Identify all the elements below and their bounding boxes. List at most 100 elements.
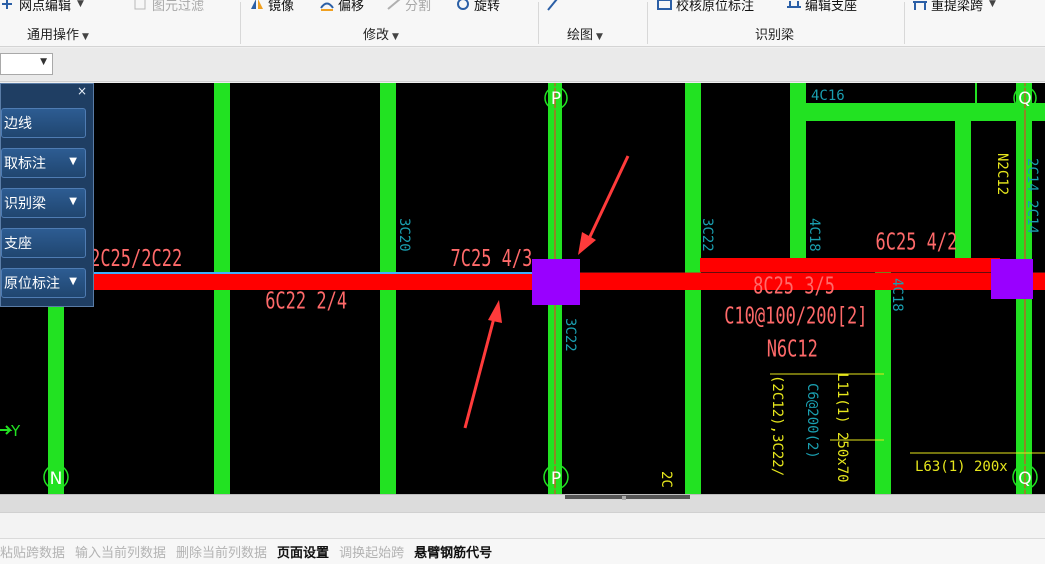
beam-annotation[interactable]: 3C22: [699, 218, 715, 252]
pen-icon: [545, 0, 561, 11]
bottom-toolbar: 粘贴跨数据 输入当前列数据 删除当前列数据 页面设置 调换起始跨 悬臂钢筋代号: [0, 538, 1045, 564]
beam-annotation[interactable]: L11(1) 250x70: [834, 373, 850, 483]
scrollbar-thumb[interactable]: [565, 495, 690, 499]
scrollbar-grip: [622, 496, 626, 500]
beam-annotation[interactable]: C6@200(2): [804, 383, 820, 459]
group-modify[interactable]: 修改 ▼: [363, 24, 399, 43]
check-annotation-icon: [657, 0, 673, 11]
beam-annotation[interactable]: 7C25 4/3: [451, 244, 533, 271]
beam-annotation[interactable]: 4C18: [889, 278, 905, 312]
beam-annotation[interactable]: L63(1) 200x: [915, 459, 1008, 475]
group-separator: [904, 2, 905, 44]
panel-button-label: 支座: [4, 236, 32, 252]
offset-button[interactable]: 偏移: [319, 0, 364, 14]
delete-column-data-button[interactable]: 删除当前列数据: [176, 542, 267, 561]
layer-dropdown[interactable]: ▼: [0, 53, 53, 75]
group-draw[interactable]: 绘图 ▼: [567, 24, 603, 43]
beam-annotation[interactable]: 2C14 2C14: [1024, 158, 1040, 234]
mirror-label: 镜像: [268, 0, 295, 14]
panel-button-label: 原位标注: [4, 276, 60, 292]
axis-marker: N: [43, 464, 69, 490]
chevron-down-icon: ▼: [82, 32, 89, 42]
beam-annotation[interactable]: 2C25/2C22: [90, 244, 182, 271]
grid-edit-icon: [0, 0, 16, 11]
beam-annotation[interactable]: 4C18: [806, 218, 822, 252]
filter-icon: [133, 0, 149, 11]
beam-annotation[interactable]: 3C20: [396, 218, 412, 252]
chevron-down-icon: ▼: [77, 0, 84, 9]
split-icon: [386, 0, 402, 11]
axis-label-p-bottom: P: [551, 469, 561, 489]
draw-line-button[interactable]: [545, 0, 561, 14]
callout-arrow: [578, 155, 630, 255]
horizontal-scrollbar[interactable]: [0, 494, 1045, 512]
chevron-down-icon: ▼: [69, 156, 77, 167]
check-annotation-label: 校核原位标注: [676, 0, 755, 14]
beam-horizontal[interactable]: [790, 103, 1045, 121]
layer-toolbar: ▼: [0, 48, 1045, 82]
axis-label-q: Q: [1018, 89, 1031, 109]
axis-marker: P: [543, 464, 569, 490]
group-separator: [647, 2, 648, 44]
beam-annotation[interactable]: (2C12),3C22/: [769, 375, 785, 476]
cantilever-rebar-code-button[interactable]: 悬臂钢筋代号: [414, 542, 492, 561]
selected-beam[interactable]: [700, 258, 1000, 272]
column-highlight[interactable]: [991, 259, 1033, 299]
filter-label: 图元过滤: [152, 0, 205, 14]
filter-button[interactable]: 图元过滤: [133, 0, 204, 14]
beam-annotation[interactable]: C10@100/200[2]: [724, 302, 867, 329]
re-extract-span-button[interactable]: 重提梁跨 ▼: [912, 0, 996, 14]
beam-annotation[interactable]: N2C12: [994, 153, 1010, 195]
group-general-ops[interactable]: 通用操作 ▼: [27, 24, 89, 43]
panel-button-label: 识别梁: [4, 196, 46, 212]
arrow-right-icon: [0, 425, 13, 435]
check-annotation-button[interactable]: 校核原位标注: [657, 0, 754, 14]
beam-annotation[interactable]: N6C12: [767, 335, 818, 362]
beam-annotation[interactable]: 2C: [658, 471, 674, 488]
edit-support-label: 编辑支座: [805, 0, 858, 14]
callout-arrow: [463, 300, 502, 429]
panel-button-label: 边线: [4, 116, 32, 132]
beam-annotation[interactable]: 8C25 3/5: [753, 272, 835, 299]
page-setup-button[interactable]: 页面设置: [277, 542, 329, 561]
panel-button-in-place-annotation[interactable]: 原位标注 ▼: [1, 268, 86, 298]
edit-support-button[interactable]: 编辑支座: [786, 0, 857, 14]
beam-vertical[interactable]: [875, 268, 891, 494]
cad-drawing-canvas[interactable]: P Q N P Q Y 2C25/2C22 7C25 4/3 6C22 2/4 …: [0, 83, 1045, 494]
re-extract-span-label: 重提梁跨: [931, 0, 984, 14]
mirror-button[interactable]: 镜像: [249, 0, 294, 14]
chevron-down-icon: ▼: [392, 32, 399, 42]
group-separator: [240, 2, 241, 44]
panel-button-recognize-beam[interactable]: 识别梁 ▼: [1, 188, 86, 218]
group-recognize-beam: 识别梁: [755, 24, 794, 43]
paste-span-data-button[interactable]: 粘贴跨数据: [0, 542, 65, 561]
beam-annotation[interactable]: 4C16: [811, 88, 845, 104]
rotate-button[interactable]: 旋转: [455, 0, 500, 14]
beam-annotation[interactable]: 6C22 2/4: [265, 287, 347, 314]
chevron-down-icon: ▼: [40, 57, 47, 67]
grid-edit-label: 网点编辑: [19, 0, 72, 14]
split-label: 分割: [405, 0, 432, 14]
ucs-y-axis: Y: [0, 422, 21, 440]
group-general-ops-label: 通用操作: [27, 28, 80, 43]
table-area: [0, 512, 1045, 538]
re-extract-span-icon: [912, 0, 928, 11]
close-icon[interactable]: ×: [77, 84, 87, 98]
ribbon-toolbar: 网点编辑 ▼ 图元过滤 镜像 偏移 分割 旋转 校核原位标注 编辑支座 重提梁跨 ▼…: [0, 0, 1045, 47]
beam-annotation[interactable]: 6C25 4/2: [876, 228, 958, 255]
beam-annotation[interactable]: 3C22: [562, 318, 578, 352]
panel-button-edge[interactable]: 边线: [1, 108, 86, 138]
panel-button-label: 取标注: [4, 156, 46, 172]
group-separator: [538, 2, 539, 44]
panel-button-support[interactable]: 支座: [1, 228, 86, 258]
selected-beam[interactable]: [0, 273, 1045, 290]
input-column-data-button[interactable]: 输入当前列数据: [75, 542, 166, 561]
y-axis-label: Y: [10, 422, 21, 440]
beam-vertical[interactable]: [955, 121, 971, 266]
split-button[interactable]: 分割: [386, 0, 431, 14]
grid-edit-button[interactable]: 网点编辑 ▼: [0, 0, 84, 14]
axis-label-q-bottom: Q: [1018, 469, 1031, 489]
swap-start-span-button[interactable]: 调换起始跨: [339, 542, 404, 561]
panel-button-extract-annotation[interactable]: 取标注 ▼: [1, 148, 86, 178]
column-highlight[interactable]: [532, 259, 580, 305]
